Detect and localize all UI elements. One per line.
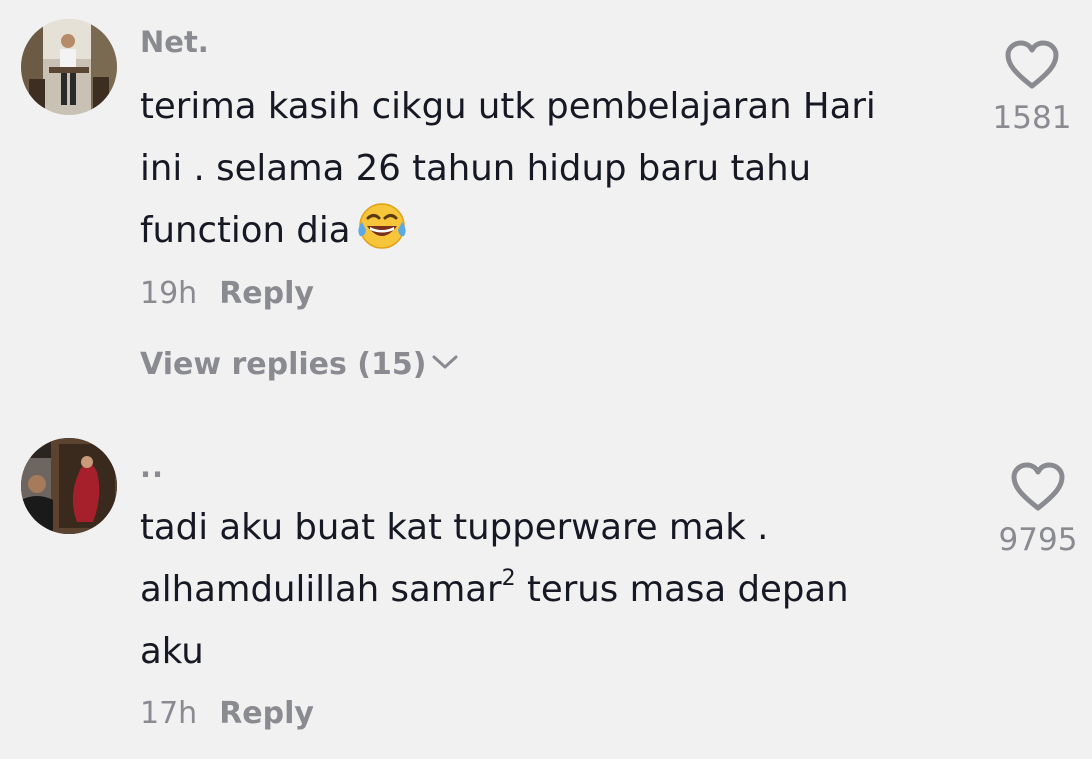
comment-text-fragment: terus masa depan (526, 569, 849, 610)
comment-username[interactable]: Net. (140, 25, 209, 59)
comment-text-fragment: alhamdulillah samar (140, 569, 502, 610)
avatar[interactable] (21, 438, 117, 534)
comment-item: .. tadi aku buat kat tupperware mak . al… (0, 420, 1092, 759)
comment-timestamp: 19h (140, 276, 198, 311)
like-count: 9795 (998, 522, 1078, 558)
comment-meta: 17h Reply (140, 696, 314, 731)
comment-item: Net. terima kasih cikgu utk pembelajaran… (0, 0, 1092, 400)
avatar[interactable] (21, 19, 117, 115)
comment-text-line: alhamdulillah samar2 terus masa depan (140, 559, 970, 621)
comment-text-line: ini . selama 26 tahun hidup baru tahu (140, 148, 812, 189)
comment-text-line: function dia (140, 200, 970, 262)
superscript: 2 (501, 566, 516, 591)
view-replies-button[interactable]: View replies (15) (140, 347, 460, 382)
view-replies-label: View replies (15) (140, 347, 427, 382)
heart-outline-icon (1011, 462, 1065, 511)
like-button[interactable]: 9795 (996, 462, 1080, 558)
comment-text: terima kasih cikgu utk pembelajaran Hari… (140, 76, 970, 262)
reply-button[interactable]: Reply (219, 276, 314, 311)
face-with-tears-of-joy-icon (356, 200, 408, 252)
comment-meta: 19h Reply (140, 276, 314, 311)
chevron-down-icon (432, 355, 458, 369)
comment-text-fragment: function dia (140, 210, 351, 251)
comment-text-line: tadi aku buat kat tupperware mak . (140, 507, 769, 548)
reply-button[interactable]: Reply (219, 696, 314, 731)
like-count: 1581 (992, 100, 1072, 136)
heart-outline-icon (1005, 40, 1059, 89)
comment-text: tadi aku buat kat tupperware mak . alham… (140, 497, 970, 683)
avatar-photo (21, 19, 117, 115)
like-button[interactable]: 1581 (990, 40, 1074, 136)
avatar-photo (21, 438, 117, 534)
comment-text-line: terima kasih cikgu utk pembelajaran Hari (140, 86, 876, 127)
comment-timestamp: 17h (140, 696, 198, 731)
comment-username[interactable]: .. (140, 450, 164, 484)
comment-text-line: aku (140, 631, 204, 672)
